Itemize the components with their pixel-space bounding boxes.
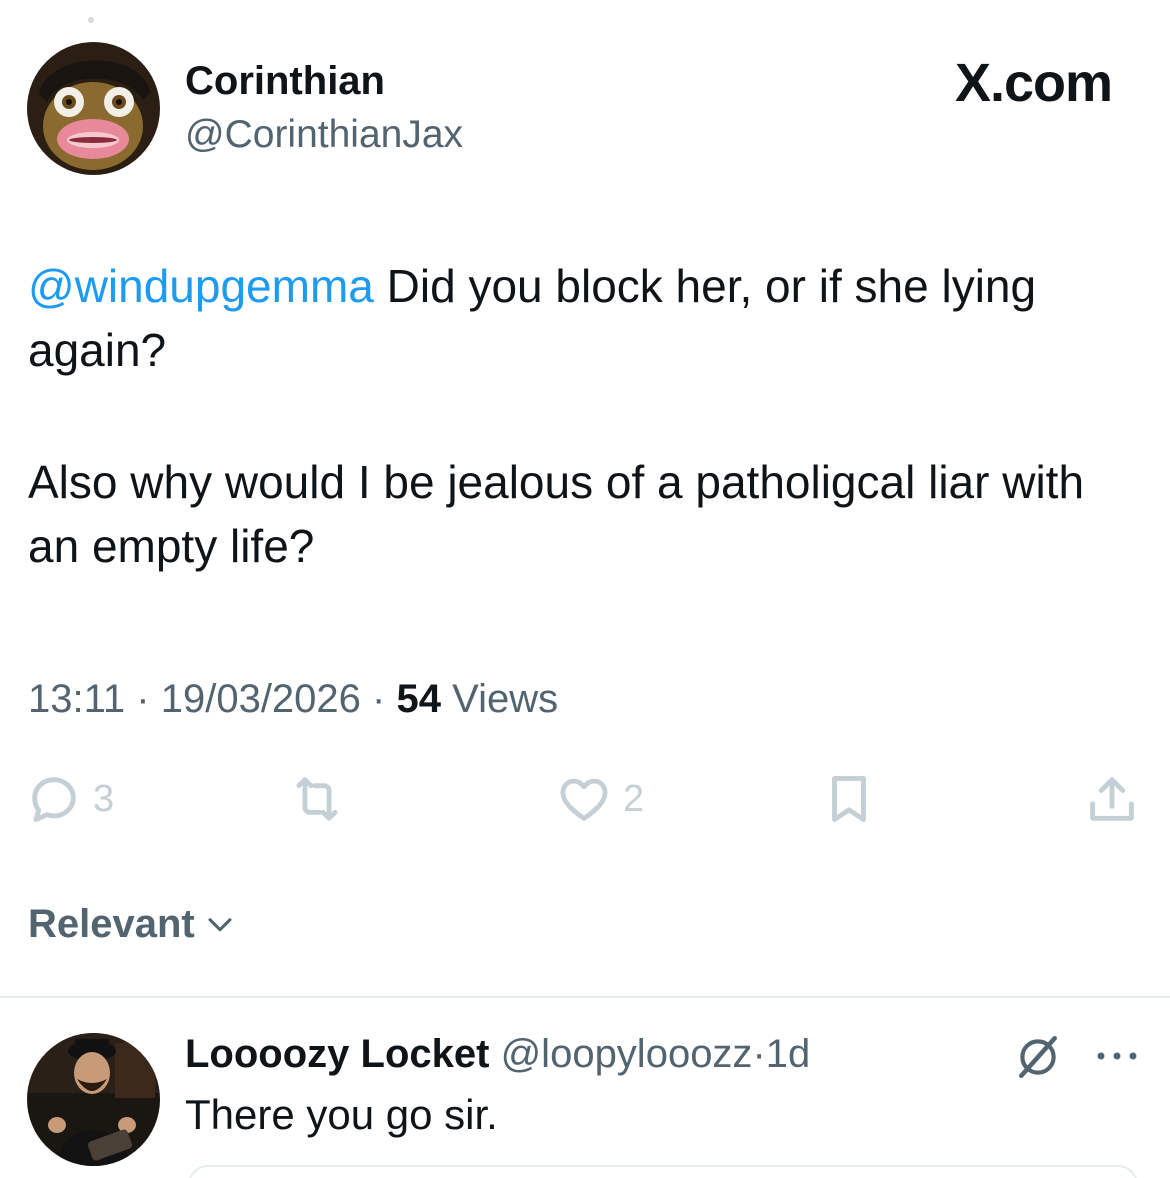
reply-author-handle[interactable]: @loopylooozz xyxy=(501,1032,753,1076)
tweet-date[interactable]: 19/03/2026 xyxy=(161,677,361,721)
heart-icon xyxy=(560,778,608,821)
reply-avatar[interactable] xyxy=(27,1033,160,1166)
bookmark-button[interactable] xyxy=(820,770,878,828)
views-label[interactable]: Views xyxy=(452,677,558,721)
sort-replies-selector[interactable]: Relevant xyxy=(28,900,237,948)
share-icon xyxy=(1090,777,1134,821)
tweet-body: @windupgemma Did you block her, or if sh… xyxy=(28,254,1138,578)
reply-author-name[interactable]: Loooozy Locket xyxy=(185,1032,489,1076)
reply-header: Loooozy Locket @loopylooozz·1d xyxy=(185,1030,810,1078)
author-name[interactable]: Corinthian xyxy=(185,58,385,104)
retweet-button[interactable] xyxy=(288,770,356,828)
like-button[interactable]: 2 xyxy=(555,770,644,828)
action-bar: 3 2 xyxy=(0,770,1170,840)
sort-label: Relevant xyxy=(28,902,195,946)
author-handle[interactable]: @CorinthianJax xyxy=(185,112,463,158)
tweet-paragraph-1: @windupgemma Did you block her, or if sh… xyxy=(28,254,1138,382)
reply-count: 3 xyxy=(93,777,115,820)
bookmark-icon xyxy=(832,776,866,822)
views-count: 54 xyxy=(396,677,442,721)
tweet-time[interactable]: 13:11 xyxy=(28,677,125,721)
meta-separator: · xyxy=(372,677,386,721)
reply-bubble-icon xyxy=(32,777,76,822)
mention-link[interactable]: @windupgemma xyxy=(28,260,374,312)
reply-separator: · xyxy=(752,1032,766,1076)
reply-body: There you go sir. xyxy=(185,1091,498,1138)
embedded-card[interactable] xyxy=(188,1165,1138,1178)
retweet-icon xyxy=(296,777,338,821)
like-count: 2 xyxy=(623,777,645,820)
reply-age[interactable]: 1d xyxy=(766,1032,811,1076)
author-avatar[interactable] xyxy=(27,42,160,175)
meta-separator: · xyxy=(136,677,150,721)
reply-avatar-image xyxy=(27,1033,160,1166)
divider xyxy=(0,996,1170,998)
reply-button[interactable]: 3 xyxy=(25,770,114,828)
top-dot xyxy=(88,17,94,23)
brand-logo-text: X.com xyxy=(954,53,1113,113)
chevron-down-icon xyxy=(208,918,232,932)
tweet-paragraph-2: Also why would I be jealous of a patholi… xyxy=(28,456,1085,572)
tweet-meta: 13:11 · 19/03/2026 · 54 Views xyxy=(28,675,558,723)
share-button[interactable] xyxy=(1083,770,1141,828)
grok-icon[interactable] xyxy=(1013,1032,1063,1082)
more-dots-icon[interactable] xyxy=(1092,1046,1142,1066)
author-avatar-image xyxy=(27,42,160,175)
